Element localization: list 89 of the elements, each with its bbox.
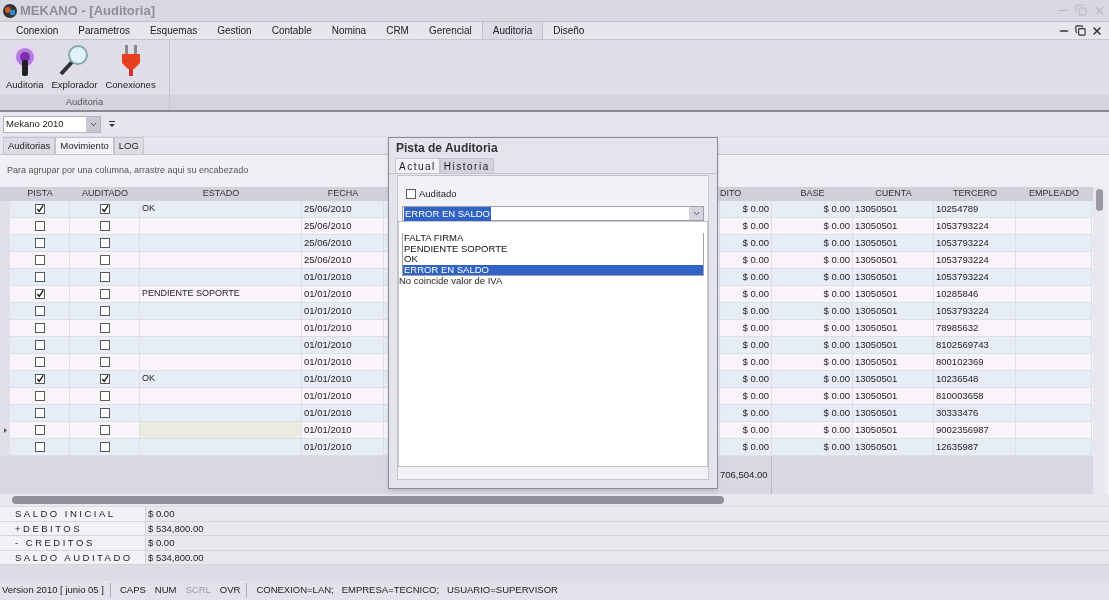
summary-label: - CREDITOS [0,536,146,550]
checkbox[interactable] [99,340,110,350]
note-text: No coincide valor de IVA [399,274,504,289]
dialog-tab[interactable]: Actual [395,158,440,173]
restore-icon[interactable] [1075,24,1086,36]
dropdown-option[interactable]: OK [403,254,703,265]
checkbox[interactable] [99,255,110,265]
column-header[interactable]: PISTA [10,187,70,201]
company-select[interactable]: Mekano 2010 [3,115,101,133]
menu-tab[interactable]: Diseño [543,21,595,39]
checkbox[interactable] [34,255,45,265]
column-header[interactable]: FECHA [302,187,384,201]
summary-label: SALDO INICIAL [0,507,146,521]
status-item: Version 2010 [ junio 05 ] [2,583,111,598]
menu-tab[interactable]: Gestion [207,21,262,39]
summary-value: $ 534,800.00 [147,521,204,535]
status-item: CAPS [119,583,146,598]
checkbox[interactable] [34,391,45,401]
column-header[interactable]: BASE [772,187,853,201]
status-item: CONEXION=LAN; EMPRESA=TECNICO; USUARIO=SUPERVISOR [256,583,558,598]
ribbon-button[interactable]: Conexiones [105,43,156,95]
status-item: SCRL [185,583,211,598]
menu-tab[interactable]: CRM [376,21,419,39]
menu-tab[interactable]: Nomina [321,21,377,39]
checkbox[interactable] [99,323,110,333]
estado-combo[interactable]: ERROR EN SALDO [402,206,704,222]
group-hint: Para agrupar por una columna, arrastre aqui su encabezado [7,164,249,178]
checkbox[interactable] [99,238,110,248]
dialog-title: Pista de Auditoria [395,140,499,157]
checkbox[interactable] [406,189,416,200]
vertical-scrollbar[interactable] [1093,187,1105,494]
current-row-icon [3,428,7,433]
column-header[interactable]: DITO [720,187,772,201]
dropdown-option[interactable]: FALTA FIRMA [403,233,703,244]
dropdown-option[interactable]: ERROR EN SALDO [403,264,703,275]
checkbox[interactable] [99,408,110,418]
status-item: OVR [219,583,248,598]
checkbox[interactable] [34,221,45,231]
ribbon-button[interactable]: Explorador [51,43,98,95]
auditado-checkbox[interactable]: Auditado [406,187,704,202]
checkbox[interactable] [34,408,45,418]
menu-tab[interactable]: Contable [261,21,322,39]
checkbox[interactable] [99,442,110,452]
checkbox[interactable] [99,391,110,401]
column-header[interactable]: ESTADO [140,187,302,201]
checkbox[interactable] [99,272,110,282]
checkbox[interactable] [34,204,45,214]
column-header[interactable]: CUENTA [853,187,934,201]
checkbox[interactable] [34,425,45,435]
view-tab[interactable]: LOG [113,137,144,154]
status-item: NUM [154,583,177,598]
column-header[interactable]: TERCERO [934,187,1016,201]
column-header[interactable]: EMPLEADO [1016,187,1092,201]
summary-value: $ 534,800.00 [147,550,204,564]
view-tab[interactable]: Auditorias [3,137,56,154]
checkbox[interactable] [34,374,45,384]
dialog-tab[interactable]: Historia [439,158,494,173]
menu-tab[interactable]: Gerencial [418,21,482,39]
checkbox[interactable] [34,238,45,248]
checkbox[interactable] [34,289,45,299]
ribbon-group-label: Auditoria [0,95,169,110]
checkbox[interactable] [34,357,45,367]
checkbox[interactable] [99,425,110,435]
checkbox[interactable] [34,272,45,282]
column-header[interactable]: AUDITADO [70,187,140,201]
summary-value: $ 0.00 [147,536,175,550]
checkbox[interactable] [34,340,45,350]
summary-value: $ 0.00 [147,507,175,521]
customize-icon[interactable] [109,120,115,128]
window-title: MEKANO - [Auditoria] [20,1,156,20]
checkbox[interactable] [34,323,45,333]
checkbox[interactable] [99,357,110,367]
menu-tab[interactable]: Conexion [6,21,69,39]
view-tab[interactable]: Movimiento [55,137,114,154]
checkbox[interactable] [99,221,110,231]
checkbox[interactable] [34,442,45,452]
menu-tab[interactable]: Parametros [68,21,140,39]
checkbox[interactable] [99,204,110,214]
horizontal-scrollbar[interactable] [0,494,1109,506]
menu-tab[interactable]: Esquemas [139,21,208,39]
checkbox[interactable] [99,289,110,299]
close-icon[interactable] [1091,24,1103,37]
ribbon-button[interactable]: Auditoria [6,43,44,95]
app-logo-icon [3,3,17,18]
checkbox[interactable] [34,306,45,316]
checkbox[interactable] [99,306,110,316]
dropdown-option[interactable]: PENDIENTE SOPORTE [403,243,703,254]
menu-tab[interactable]: Auditoria [481,21,544,39]
checkbox[interactable] [99,374,110,384]
